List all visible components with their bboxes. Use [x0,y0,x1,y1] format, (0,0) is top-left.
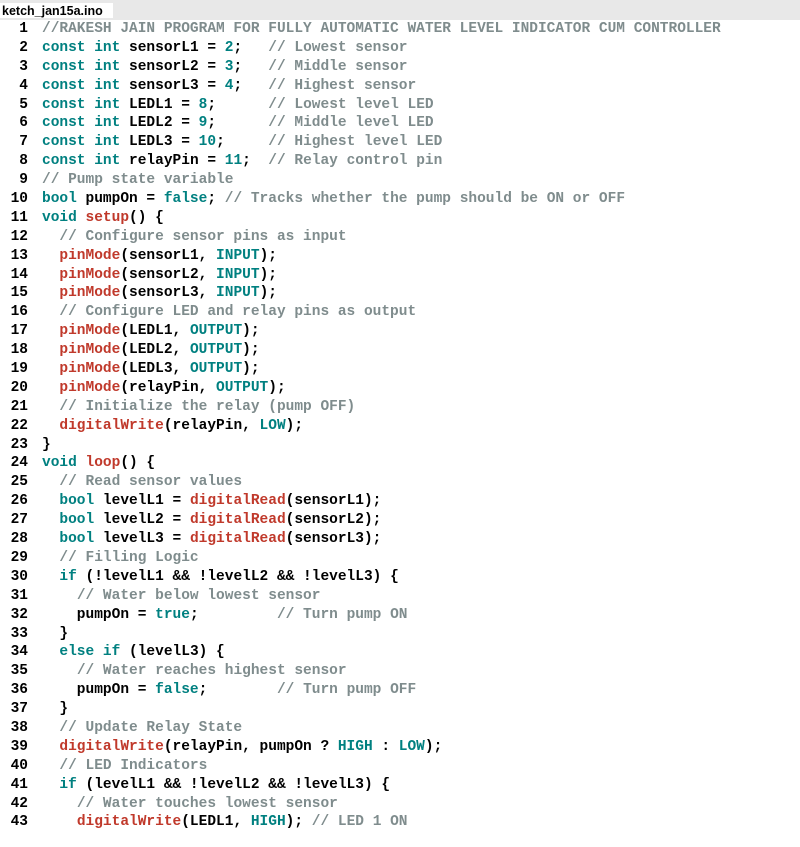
line-number: 3 [0,58,28,77]
line-number: 42 [0,795,28,814]
line-number: 41 [0,776,28,795]
line-number: 19 [0,360,28,379]
line-number: 11 [0,209,28,228]
line-number: 31 [0,587,28,606]
line-number: 29 [0,549,28,568]
code-line[interactable]: const int relayPin = 11; // Relay contro… [42,152,800,171]
code-line[interactable]: pinMode(LEDL1, OUTPUT); [42,322,800,341]
line-number: 39 [0,738,28,757]
code-line[interactable]: // Pump state variable [42,171,800,190]
code-line[interactable]: pinMode(LEDL3, OUTPUT); [42,360,800,379]
code-line[interactable]: // Update Relay State [42,719,800,738]
code-line[interactable]: // Configure LED and relay pins as outpu… [42,303,800,322]
line-number: 22 [0,417,28,436]
line-number: 34 [0,643,28,662]
code-line[interactable]: pinMode(relayPin, OUTPUT); [42,379,800,398]
line-number: 5 [0,96,28,115]
line-number: 21 [0,398,28,417]
line-number: 16 [0,303,28,322]
line-number: 25 [0,473,28,492]
code-line[interactable]: bool levelL3 = digitalRead(sensorL3); [42,530,800,549]
code-line[interactable]: //RAKESH JAIN PROGRAM FOR FULLY AUTOMATI… [42,20,800,39]
code-line[interactable]: pinMode(LEDL2, OUTPUT); [42,341,800,360]
code-line[interactable]: void loop() { [42,454,800,473]
code-line[interactable]: const int LEDL1 = 8; // Lowest level LED [42,96,800,115]
code-line[interactable]: // Water below lowest sensor [42,587,800,606]
line-number: 40 [0,757,28,776]
file-tab[interactable]: ketch_jan15a.ino [0,3,113,18]
code-line[interactable]: pinMode(sensorL3, INPUT); [42,284,800,303]
tab-bar: ketch_jan15a.ino [0,0,800,20]
line-number: 18 [0,341,28,360]
line-number: 10 [0,190,28,209]
line-number: 30 [0,568,28,587]
line-number: 20 [0,379,28,398]
line-number: 13 [0,247,28,266]
line-number: 24 [0,454,28,473]
code-line[interactable]: // LED Indicators [42,757,800,776]
code-line[interactable]: // Water reaches highest sensor [42,662,800,681]
code-line[interactable]: pumpOn = false; // Turn pump OFF [42,681,800,700]
code-line[interactable]: const int sensorL3 = 4; // Highest senso… [42,77,800,96]
line-number: 43 [0,813,28,832]
code-line[interactable]: } [42,436,800,455]
code-line[interactable]: if (levelL1 && !levelL2 && !levelL3) { [42,776,800,795]
code-line[interactable]: // Water touches lowest sensor [42,795,800,814]
code-line[interactable]: void setup() { [42,209,800,228]
line-number: 4 [0,77,28,96]
code-line[interactable]: pinMode(sensorL2, INPUT); [42,266,800,285]
code-line[interactable]: else if (levelL3) { [42,643,800,662]
code-editor[interactable]: 1234567891011121314151617181920212223242… [0,20,800,832]
code-line[interactable]: const int LEDL2 = 9; // Middle level LED [42,114,800,133]
line-number-gutter: 1234567891011121314151617181920212223242… [0,20,42,832]
line-number: 7 [0,133,28,152]
line-number: 17 [0,322,28,341]
code-line[interactable]: // Filling Logic [42,549,800,568]
code-line[interactable]: pumpOn = true; // Turn pump ON [42,606,800,625]
code-line[interactable]: // Read sensor values [42,473,800,492]
line-number: 8 [0,152,28,171]
code-line[interactable]: } [42,625,800,644]
code-line[interactable]: digitalWrite(relayPin, LOW); [42,417,800,436]
line-number: 12 [0,228,28,247]
code-line[interactable]: digitalWrite(LEDL1, HIGH); // LED 1 ON [42,813,800,832]
code-line[interactable]: if (!levelL1 && !levelL2 && !levelL3) { [42,568,800,587]
code-line[interactable]: digitalWrite(relayPin, pumpOn ? HIGH : L… [42,738,800,757]
line-number: 23 [0,436,28,455]
line-number: 1 [0,20,28,39]
line-number: 36 [0,681,28,700]
code-area[interactable]: //RAKESH JAIN PROGRAM FOR FULLY AUTOMATI… [42,20,800,832]
code-line[interactable]: const int LEDL3 = 10; // Highest level L… [42,133,800,152]
line-number: 33 [0,625,28,644]
code-line[interactable]: const int sensorL1 = 2; // Lowest sensor [42,39,800,58]
code-line[interactable]: // Initialize the relay (pump OFF) [42,398,800,417]
line-number: 26 [0,492,28,511]
line-number: 35 [0,662,28,681]
code-line[interactable]: bool levelL2 = digitalRead(sensorL2); [42,511,800,530]
code-line[interactable]: const int sensorL2 = 3; // Middle sensor [42,58,800,77]
line-number: 14 [0,266,28,285]
line-number: 38 [0,719,28,738]
line-number: 27 [0,511,28,530]
line-number: 32 [0,606,28,625]
line-number: 28 [0,530,28,549]
code-line[interactable]: // Configure sensor pins as input [42,228,800,247]
code-line[interactable]: } [42,700,800,719]
line-number: 15 [0,284,28,303]
line-number: 2 [0,39,28,58]
code-line[interactable]: pinMode(sensorL1, INPUT); [42,247,800,266]
line-number: 6 [0,114,28,133]
code-line[interactable]: bool pumpOn = false; // Tracks whether t… [42,190,800,209]
code-line[interactable]: bool levelL1 = digitalRead(sensorL1); [42,492,800,511]
line-number: 9 [0,171,28,190]
line-number: 37 [0,700,28,719]
